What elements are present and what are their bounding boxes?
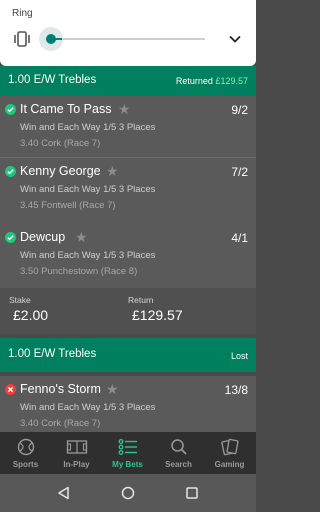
nav-in-play[interactable]: In-Play	[51, 432, 102, 474]
selection-event: 3.40 Cork (Race 7)	[20, 138, 101, 149]
nav-label: Search	[165, 460, 192, 469]
selection-name: Kenny George	[20, 164, 101, 178]
ring-title: Ring	[12, 8, 33, 19]
bottom-nav: Sports In-Play My Bets Search Gaming	[0, 432, 256, 474]
my-bets-icon	[118, 439, 137, 455]
won-check-icon	[5, 104, 16, 115]
bet-status-label: Returned	[175, 76, 213, 86]
favourite-star-icon[interactable]: ★	[118, 101, 131, 118]
bet-title: 1.00 E/W Trebles	[8, 348, 97, 360]
favourite-star-icon[interactable]: ★	[75, 229, 88, 246]
nav-gaming[interactable]: Gaming	[204, 432, 255, 474]
selection-name: It Came To Pass	[20, 102, 112, 116]
selection-row[interactable]: Fenno's Storm ★ 13/8 Win and Each Way 1/…	[0, 376, 256, 432]
stake-label: Stake	[9, 295, 31, 305]
won-check-icon	[5, 166, 16, 177]
nav-sports[interactable]: Sports	[0, 432, 51, 474]
nav-search[interactable]: Search	[153, 432, 204, 474]
bet-header[interactable]: 1.00 E/W Trebles Lost	[0, 338, 256, 372]
selection-odds: 9/2	[231, 103, 248, 117]
system-nav-bar	[0, 474, 256, 512]
selection-odds: 4/1	[231, 231, 248, 245]
chevron-down-icon[interactable]	[228, 32, 242, 46]
volume-slider-thumb[interactable]	[46, 34, 56, 44]
selection-market: Win and Each Way 1/5 3 Places	[20, 122, 156, 133]
pitch-icon	[66, 440, 87, 454]
selection-event: 3.50 Punchestown (Race 8)	[20, 266, 138, 277]
cards-icon	[220, 438, 239, 456]
nav-label: My Bets	[112, 460, 143, 469]
bet-title: 1.00 E/W Trebles	[8, 74, 97, 86]
recents-icon[interactable]	[184, 485, 200, 501]
bet-status: Returned £129.57	[176, 76, 248, 86]
stake-value: £2.00	[13, 307, 49, 323]
selection-odds: 7/2	[231, 165, 248, 179]
home-icon[interactable]	[120, 485, 136, 501]
bet-status-amount: £129.57	[215, 76, 248, 86]
stake-return-bar: Stake £2.00 Return £129.57	[0, 288, 256, 334]
selection-row[interactable]: Kenny George ★ 7/2 Win and Each Way 1/5 …	[0, 158, 256, 224]
selection-market: Win and Each Way 1/5 3 Places	[20, 402, 156, 413]
nav-label: In-Play	[63, 460, 90, 469]
won-check-icon	[5, 232, 16, 243]
volume-slider-track[interactable]	[50, 38, 205, 40]
favourite-star-icon[interactable]: ★	[106, 381, 119, 398]
selection-event: 3.45 Fontwell (Race 7)	[20, 200, 116, 211]
selection-row[interactable]: Dewcup ★ 4/1 Win and Each Way 1/5 3 Plac…	[0, 224, 256, 290]
football-icon	[17, 438, 34, 456]
nav-label: Gaming	[214, 460, 245, 469]
selection-row[interactable]: It Came To Pass ★ 9/2 Win and Each Way 1…	[0, 96, 256, 162]
bet-header[interactable]: 1.00 E/W Trebles Returned £129.57	[0, 66, 256, 96]
return-value: £129.57	[132, 307, 183, 323]
nav-label: Sports	[12, 460, 39, 469]
back-icon[interactable]	[56, 485, 72, 501]
selection-name: Fenno's Storm	[20, 382, 101, 396]
bet-status-label: Lost	[230, 351, 248, 361]
selection-market: Win and Each Way 1/5 3 Places	[20, 184, 156, 195]
return-label: Return	[128, 295, 154, 305]
search-icon	[170, 439, 187, 455]
selection-market: Win and Each Way 1/5 3 Places	[20, 250, 156, 261]
lost-cross-icon	[5, 384, 16, 395]
selection-odds: 13/8	[224, 383, 248, 397]
ring-volume-panel: Ring	[0, 0, 256, 66]
vibrate-icon[interactable]	[12, 29, 32, 49]
favourite-star-icon[interactable]: ★	[106, 163, 119, 180]
selection-name: Dewcup	[20, 230, 66, 244]
nav-my-bets[interactable]: My Bets	[102, 432, 153, 474]
selection-event: 3.40 Cork (Race 7)	[20, 418, 101, 429]
